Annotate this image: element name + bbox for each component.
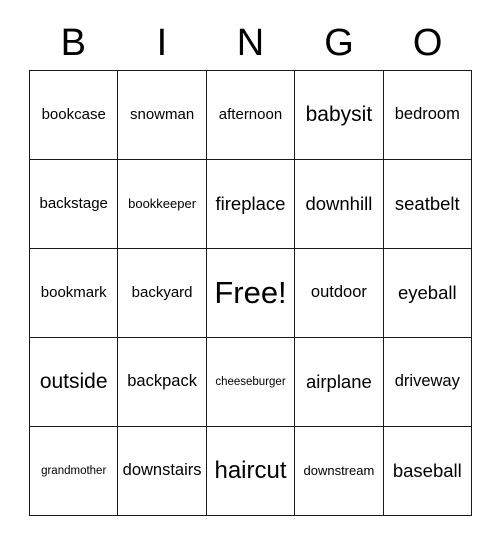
header-letter-n: N	[236, 22, 265, 64]
header-letter-g: G	[324, 22, 354, 64]
bingo-header: B I N G O	[29, 16, 472, 70]
bingo-cell-label: baseball	[392, 460, 462, 482]
bingo-cell-label: babysit	[305, 102, 373, 126]
bingo-cell-free[interactable]: Free!	[206, 249, 296, 338]
bingo-cell[interactable]: bookmark	[30, 249, 119, 338]
bingo-cell-label: outside	[39, 369, 108, 393]
bingo-cell[interactable]: fireplace	[206, 160, 296, 249]
bingo-cell[interactable]: babysit	[295, 71, 384, 160]
bingo-cell-label: cheeseburger	[215, 375, 286, 388]
bingo-cell[interactable]: baseball	[383, 427, 472, 516]
bingo-cell-label: airplane	[305, 371, 372, 393]
bingo-cell-label: seatbelt	[394, 193, 460, 215]
bingo-cell[interactable]: afternoon	[206, 71, 296, 160]
bingo-cell[interactable]: bookcase	[30, 71, 119, 160]
bingo-cell-label: bookcase	[41, 106, 106, 124]
header-letter-b: B	[60, 22, 86, 64]
bingo-cell-label: snowman	[129, 106, 195, 124]
bingo-cell[interactable]: backpack	[118, 338, 207, 427]
bingo-cell[interactable]: outdoor	[295, 249, 384, 338]
bingo-cell-label: bookmark	[40, 284, 107, 302]
bingo-cell-label: downstairs	[122, 461, 202, 480]
bingo-grid: bookcase snowman afternoon babysit bedro…	[29, 70, 472, 516]
bingo-cell[interactable]: backyard	[118, 249, 207, 338]
bingo-cell-label: backstage	[39, 195, 108, 213]
bingo-cell-label: bookkeeper	[128, 196, 197, 212]
bingo-cell-label: downhill	[305, 193, 373, 215]
bingo-cell-label: afternoon	[218, 106, 283, 124]
bingo-cell[interactable]: downhill	[295, 160, 384, 249]
bingo-cell[interactable]: bedroom	[383, 71, 472, 160]
bingo-cell-label: bedroom	[394, 105, 460, 124]
bingo-cell[interactable]: backstage	[30, 160, 119, 249]
bingo-cell-label: downstream	[303, 463, 375, 479]
bingo-cell[interactable]: airplane	[295, 338, 384, 427]
bingo-cell[interactable]: eyeball	[383, 249, 472, 338]
bingo-cell-label: eyeball	[397, 282, 457, 304]
bingo-cell-label: fireplace	[215, 193, 286, 215]
bingo-cell[interactable]: downstairs	[118, 427, 207, 516]
header-letter-i: I	[156, 22, 168, 64]
bingo-cell[interactable]: grandmother	[30, 427, 119, 516]
bingo-cell-label: haircut	[214, 457, 287, 485]
bingo-cell[interactable]: outside	[30, 338, 119, 427]
bingo-cell[interactable]: downstream	[295, 427, 384, 516]
bingo-cell[interactable]: haircut	[206, 427, 296, 516]
bingo-cell-label: driveway	[394, 372, 460, 391]
bingo-cell-label: Free!	[214, 274, 287, 310]
bingo-cell[interactable]: driveway	[383, 338, 472, 427]
bingo-card: B I N G O bookcase snowman afternoon bab…	[0, 0, 500, 544]
header-letter-o: O	[412, 22, 443, 64]
bingo-cell[interactable]: bookkeeper	[118, 160, 207, 249]
bingo-cell-label: backpack	[127, 372, 197, 391]
bingo-cell-label: outdoor	[310, 283, 367, 302]
bingo-cell[interactable]: seatbelt	[383, 160, 472, 249]
bingo-cell[interactable]: snowman	[118, 71, 207, 160]
bingo-cell-label: backyard	[131, 284, 193, 302]
bingo-cell-label: grandmother	[41, 464, 107, 477]
bingo-cell[interactable]: cheeseburger	[206, 338, 296, 427]
